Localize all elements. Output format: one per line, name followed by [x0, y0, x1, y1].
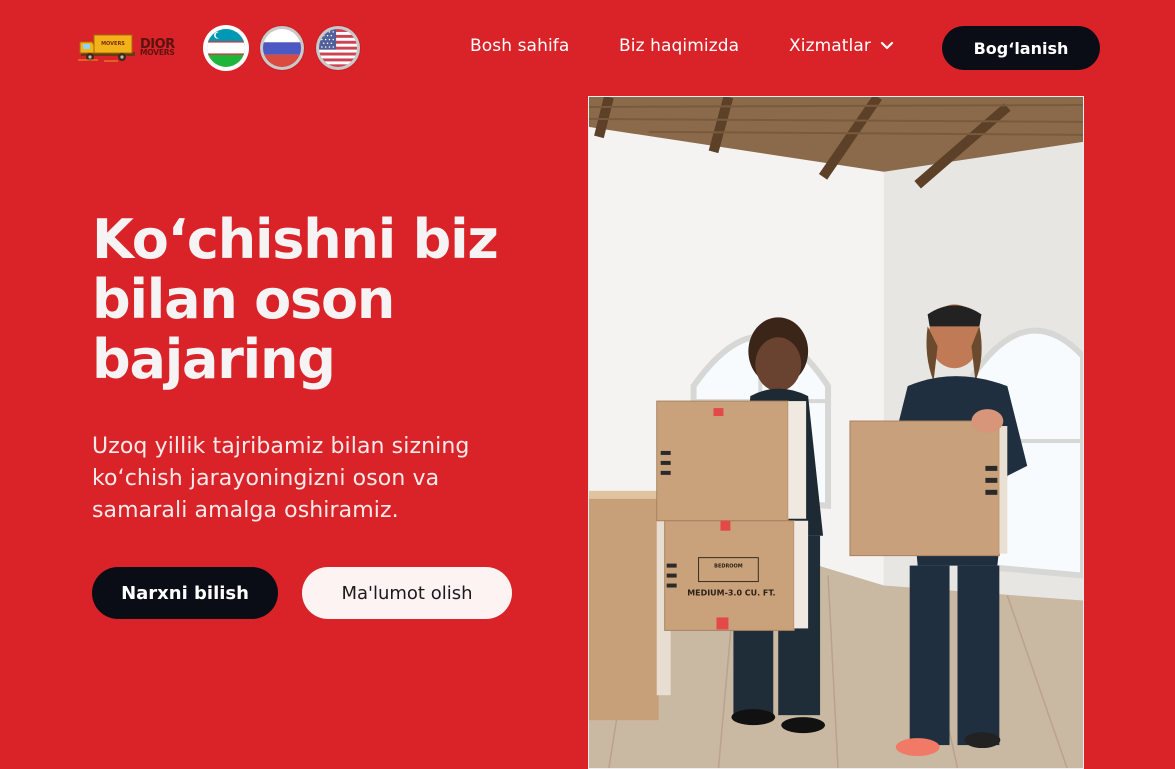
chevron-down-icon — [880, 36, 894, 56]
box-room-label: BEDROOM — [714, 564, 743, 570]
nav-dropdown-services[interactable]: Xizmatlar — [789, 36, 894, 56]
brand-subname: MOVERS — [140, 48, 175, 58]
hero-title: Ko‘chishni biz bilan oson bajaring — [92, 208, 499, 391]
usa-flag-icon — [319, 29, 357, 67]
nav-services-label: Xizmatlar — [789, 36, 871, 56]
language-en-button[interactable] — [316, 26, 360, 70]
logo[interactable]: MOVERS DIOR MOVERS — [78, 31, 175, 65]
truck-logo-icon: MOVERS — [78, 32, 140, 64]
hero-subtitle: Uzoq yillik tajribamiz bilan sizning ko‘… — [92, 434, 470, 523]
hero-photo: MEDIUM-3.0 CU. FT. BEDROOM — [588, 96, 1084, 769]
language-uz-button[interactable] — [204, 26, 248, 70]
nav-link-about[interactable]: Biz haqimizda — [619, 36, 739, 56]
language-ru-button[interactable] — [260, 26, 304, 70]
contact-button[interactable]: Bog‘lanish — [942, 26, 1100, 70]
get-price-button[interactable]: Narxni bilish — [92, 567, 278, 619]
uzbekistan-flag-icon — [207, 29, 245, 67]
nav-link-home[interactable]: Bosh sahifa — [470, 36, 569, 56]
truck-label: MOVERS — [101, 41, 125, 47]
russia-flag-icon — [263, 29, 301, 67]
box-size-label: MEDIUM-3.0 CU. FT. — [687, 589, 775, 598]
learn-more-button[interactable]: Ma'lumot olish — [302, 567, 512, 619]
